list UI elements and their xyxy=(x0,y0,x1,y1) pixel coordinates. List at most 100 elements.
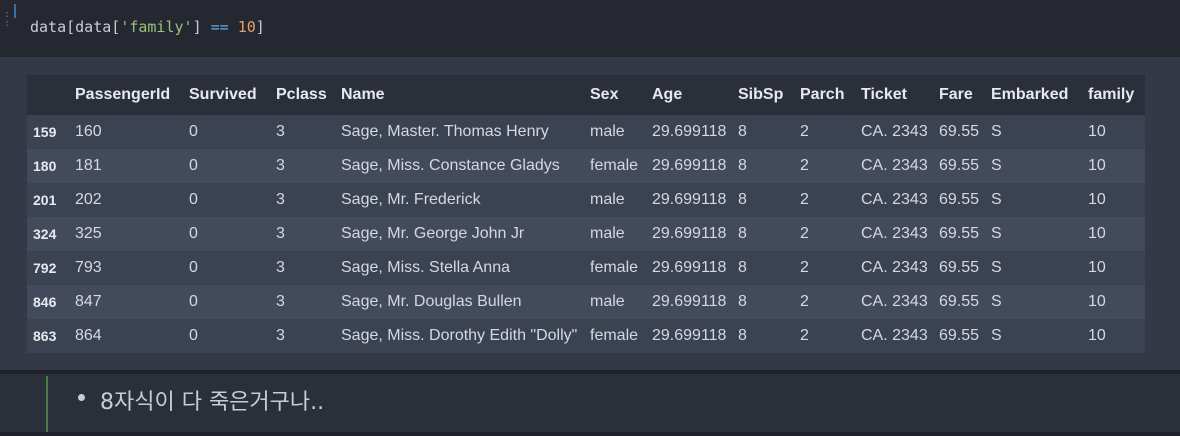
row-index: 201 xyxy=(33,192,57,208)
row-index: 846 xyxy=(33,294,57,310)
code-line[interactable]: data[data['family'] == 10] xyxy=(30,18,265,36)
code-operator-token: == xyxy=(201,18,238,36)
table-cell: CA. 2343 xyxy=(861,327,928,344)
table-header-row: PassengerId Survived Pclass Name Sex Age… xyxy=(27,75,1145,115)
column-header: Ticket xyxy=(861,86,907,103)
table-cell: 847 xyxy=(75,293,102,310)
table-cell: 181 xyxy=(75,157,102,174)
row-index: 792 xyxy=(33,260,57,276)
row-index: 180 xyxy=(33,158,57,174)
notebook: :: data[data['family'] == 10] PassengerI… xyxy=(0,0,1180,436)
table-cell: 0 xyxy=(189,259,198,276)
table-cell: 2 xyxy=(800,225,809,242)
table-cell: male xyxy=(590,225,625,242)
table-cell: 10 xyxy=(1088,123,1106,140)
table-cell: 10 xyxy=(1088,225,1106,242)
cell-divider xyxy=(0,432,1180,436)
table-cell: 0 xyxy=(189,225,198,242)
table-row: 180 181 0 3 Sage, Miss. Constance Gladys… xyxy=(27,149,1145,183)
column-header: Pclass xyxy=(276,86,327,103)
table-cell: 29.699118 xyxy=(652,157,727,174)
code-string-token: 'family' xyxy=(120,18,193,36)
bullet-icon xyxy=(78,394,85,401)
table-cell: 2 xyxy=(800,157,809,174)
row-index: 324 xyxy=(33,226,57,242)
table-cell: 69.55 xyxy=(939,327,980,344)
output-area: PassengerId Survived Pclass Name Sex Age… xyxy=(0,57,1180,370)
code-token: ] xyxy=(192,18,202,36)
table-cell: 3 xyxy=(276,327,285,344)
table-cell: 3 xyxy=(276,191,285,208)
table-cell: CA. 2343 xyxy=(861,259,928,276)
table-cell: 8 xyxy=(738,327,747,344)
table-cell: 793 xyxy=(75,259,102,276)
markdown-cell[interactable]: 8자식이 다 죽은거구나.. xyxy=(0,370,1180,436)
table-cell: 8 xyxy=(738,225,747,242)
table-cell: 864 xyxy=(75,327,102,344)
table-cell: CA. 2343 xyxy=(861,293,928,310)
table-cell: Sage, Miss. Constance Gladys xyxy=(341,157,560,174)
column-header: Age xyxy=(652,86,683,103)
table-cell: 10 xyxy=(1088,259,1106,276)
table-cell: 10 xyxy=(1088,327,1106,344)
table-cell: 29.699118 xyxy=(652,259,727,276)
table-cell: Sage, Mr. Frederick xyxy=(341,191,481,208)
table-row: 846 847 0 3 Sage, Mr. Douglas Bullen mal… xyxy=(27,285,1145,319)
table-cell: Sage, Mr. George John Jr xyxy=(341,225,525,242)
code-token: data xyxy=(30,18,67,36)
table-cell: 0 xyxy=(189,123,198,140)
table-cell: female xyxy=(590,259,639,276)
table-cell: CA. 2343 xyxy=(861,123,928,140)
table-cell: 0 xyxy=(189,157,198,174)
table-row: 201 202 0 3 Sage, Mr. Frederick male 29.… xyxy=(27,183,1145,217)
column-header: Parch xyxy=(800,86,845,103)
table-cell: 0 xyxy=(189,191,198,208)
table-cell: 2 xyxy=(800,259,809,276)
table-row: 324 325 0 3 Sage, Mr. George John Jr mal… xyxy=(27,217,1145,251)
table-cell: 3 xyxy=(276,123,285,140)
table-row: 159 160 0 3 Sage, Master. Thomas Henry m… xyxy=(27,115,1145,149)
table-cell: CA. 2343 xyxy=(861,191,928,208)
table-cell: female xyxy=(590,327,639,344)
table-cell: 202 xyxy=(75,191,102,208)
table-cell: 2 xyxy=(800,191,809,208)
column-header: Fare xyxy=(939,86,973,103)
table-cell: Sage, Mr. Douglas Bullen xyxy=(341,293,522,310)
column-header: Name xyxy=(341,86,385,103)
table-cell: 69.55 xyxy=(939,123,980,140)
table-cell: 69.55 xyxy=(939,259,980,276)
table-cell: 69.55 xyxy=(939,225,980,242)
table-cell: S xyxy=(991,191,1002,208)
table-cell: 69.55 xyxy=(939,157,980,174)
table-cell: 0 xyxy=(189,327,198,344)
column-header: Sex xyxy=(590,86,619,103)
code-token: ] xyxy=(255,18,265,36)
code-cell[interactable]: :: data[data['family'] == 10] xyxy=(0,0,1180,57)
table-cell: 2 xyxy=(800,327,809,344)
markdown-bullet-text: 8자식이 다 죽은거구나.. xyxy=(100,390,325,415)
column-header: Embarked xyxy=(991,86,1069,103)
table-cell: S xyxy=(991,123,1002,140)
table-cell: 29.699118 xyxy=(652,327,727,344)
table-cell: 69.55 xyxy=(939,293,980,310)
table-cell: 3 xyxy=(276,293,285,310)
table-cell: 8 xyxy=(738,191,747,208)
table-cell: Sage, Master. Thomas Henry xyxy=(341,123,549,140)
table-cell: 10 xyxy=(1088,157,1106,174)
cell-prompt-marker: :: xyxy=(4,9,11,29)
table-cell: male xyxy=(590,293,625,310)
table-cell: 8 xyxy=(738,259,747,276)
table-cell: female xyxy=(590,157,639,174)
table-cell: S xyxy=(991,259,1002,276)
table-cell: Sage, Miss. Dorothy Edith "Dolly" xyxy=(341,327,578,344)
column-header: PassengerId xyxy=(75,86,171,103)
table-cell: 0 xyxy=(189,293,198,310)
table-cell: 3 xyxy=(276,157,285,174)
column-header-index xyxy=(27,75,75,115)
table-cell: S xyxy=(991,157,1002,174)
table-cell: S xyxy=(991,225,1002,242)
table-cell: 10 xyxy=(1088,191,1106,208)
table-cell: 3 xyxy=(276,225,285,242)
dataframe-table: PassengerId Survived Pclass Name Sex Age… xyxy=(27,75,1145,353)
code-number-token: 10 xyxy=(237,18,256,36)
